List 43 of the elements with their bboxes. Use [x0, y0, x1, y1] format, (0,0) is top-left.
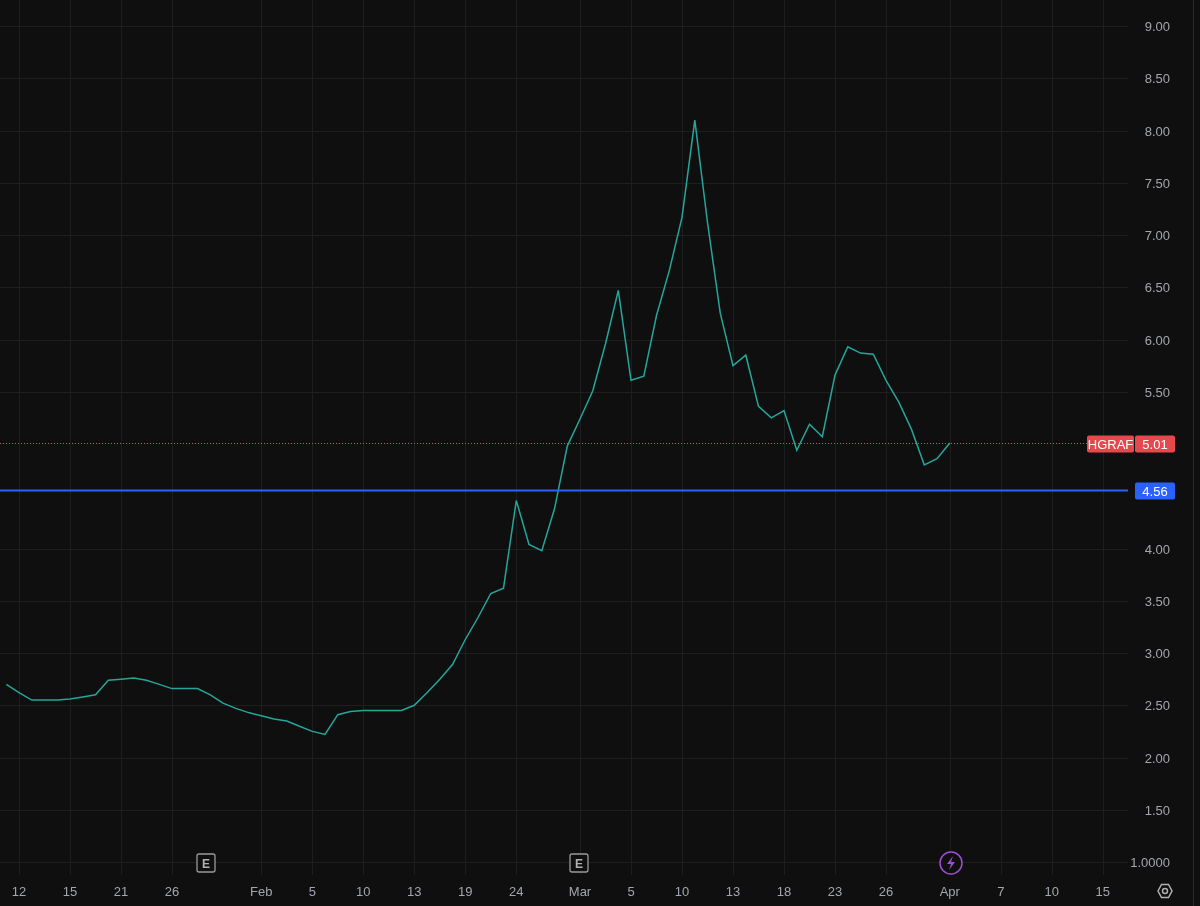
axis-label: 3.00 — [1144, 646, 1170, 662]
horizontal-line[interactable] — [0, 489, 1129, 492]
axis-label: 15 — [62, 884, 78, 899]
axis-label: 10 — [674, 884, 690, 899]
axis-label: 1.50 — [1144, 802, 1170, 818]
axis-label: 4.00 — [1144, 541, 1170, 557]
axis-label: 13 — [407, 884, 422, 899]
axis-label: Mar — [568, 884, 592, 899]
axis-label: 23 — [827, 884, 843, 899]
axis-label: 21 — [113, 884, 129, 899]
axis-label: 3.50 — [1144, 593, 1170, 609]
axis-label: 8.50 — [1144, 71, 1170, 87]
ref-line-label: 5.01 — [1142, 436, 1168, 452]
axis-label: 7 — [997, 884, 1005, 899]
earnings-marker[interactable]: E — [569, 853, 589, 873]
axis-label: 13 — [725, 884, 741, 899]
axis-label: 10 — [1044, 884, 1059, 899]
axis-label: 26 — [164, 884, 180, 899]
axis-label: 5.50 — [1144, 384, 1170, 400]
axis-label: 9.00 — [1144, 19, 1170, 34]
axis-label: 5 — [627, 884, 635, 899]
axis-label: 8.00 — [1144, 123, 1170, 139]
axis-label: 10 — [356, 884, 371, 899]
axis-label: 2.00 — [1144, 750, 1170, 766]
axis-label: 12 — [11, 884, 27, 899]
settings-icon[interactable] — [1157, 883, 1173, 899]
axis-label: 7.50 — [1144, 175, 1170, 191]
axis-label: 24 — [509, 884, 524, 899]
axis-label: Apr — [939, 884, 960, 899]
axis-label: 26 — [878, 884, 894, 899]
axis-label: 18 — [776, 884, 792, 899]
ref-line-label: 4.56 — [1142, 483, 1168, 499]
axis-label: 1.0000 — [1130, 855, 1170, 871]
axis-label: Feb — [250, 884, 273, 899]
lightning-icon[interactable] — [939, 851, 963, 875]
axis-label: 15 — [1095, 884, 1110, 899]
axis-label: 2.50 — [1144, 698, 1170, 714]
axis-label: 7.00 — [1144, 228, 1170, 244]
axis-label: 6.50 — [1144, 280, 1170, 296]
axis-label: 5 — [308, 884, 316, 899]
axis-label: 19 — [458, 884, 473, 899]
axis-label: 6.00 — [1144, 332, 1170, 348]
earnings-marker[interactable]: E — [196, 853, 216, 873]
